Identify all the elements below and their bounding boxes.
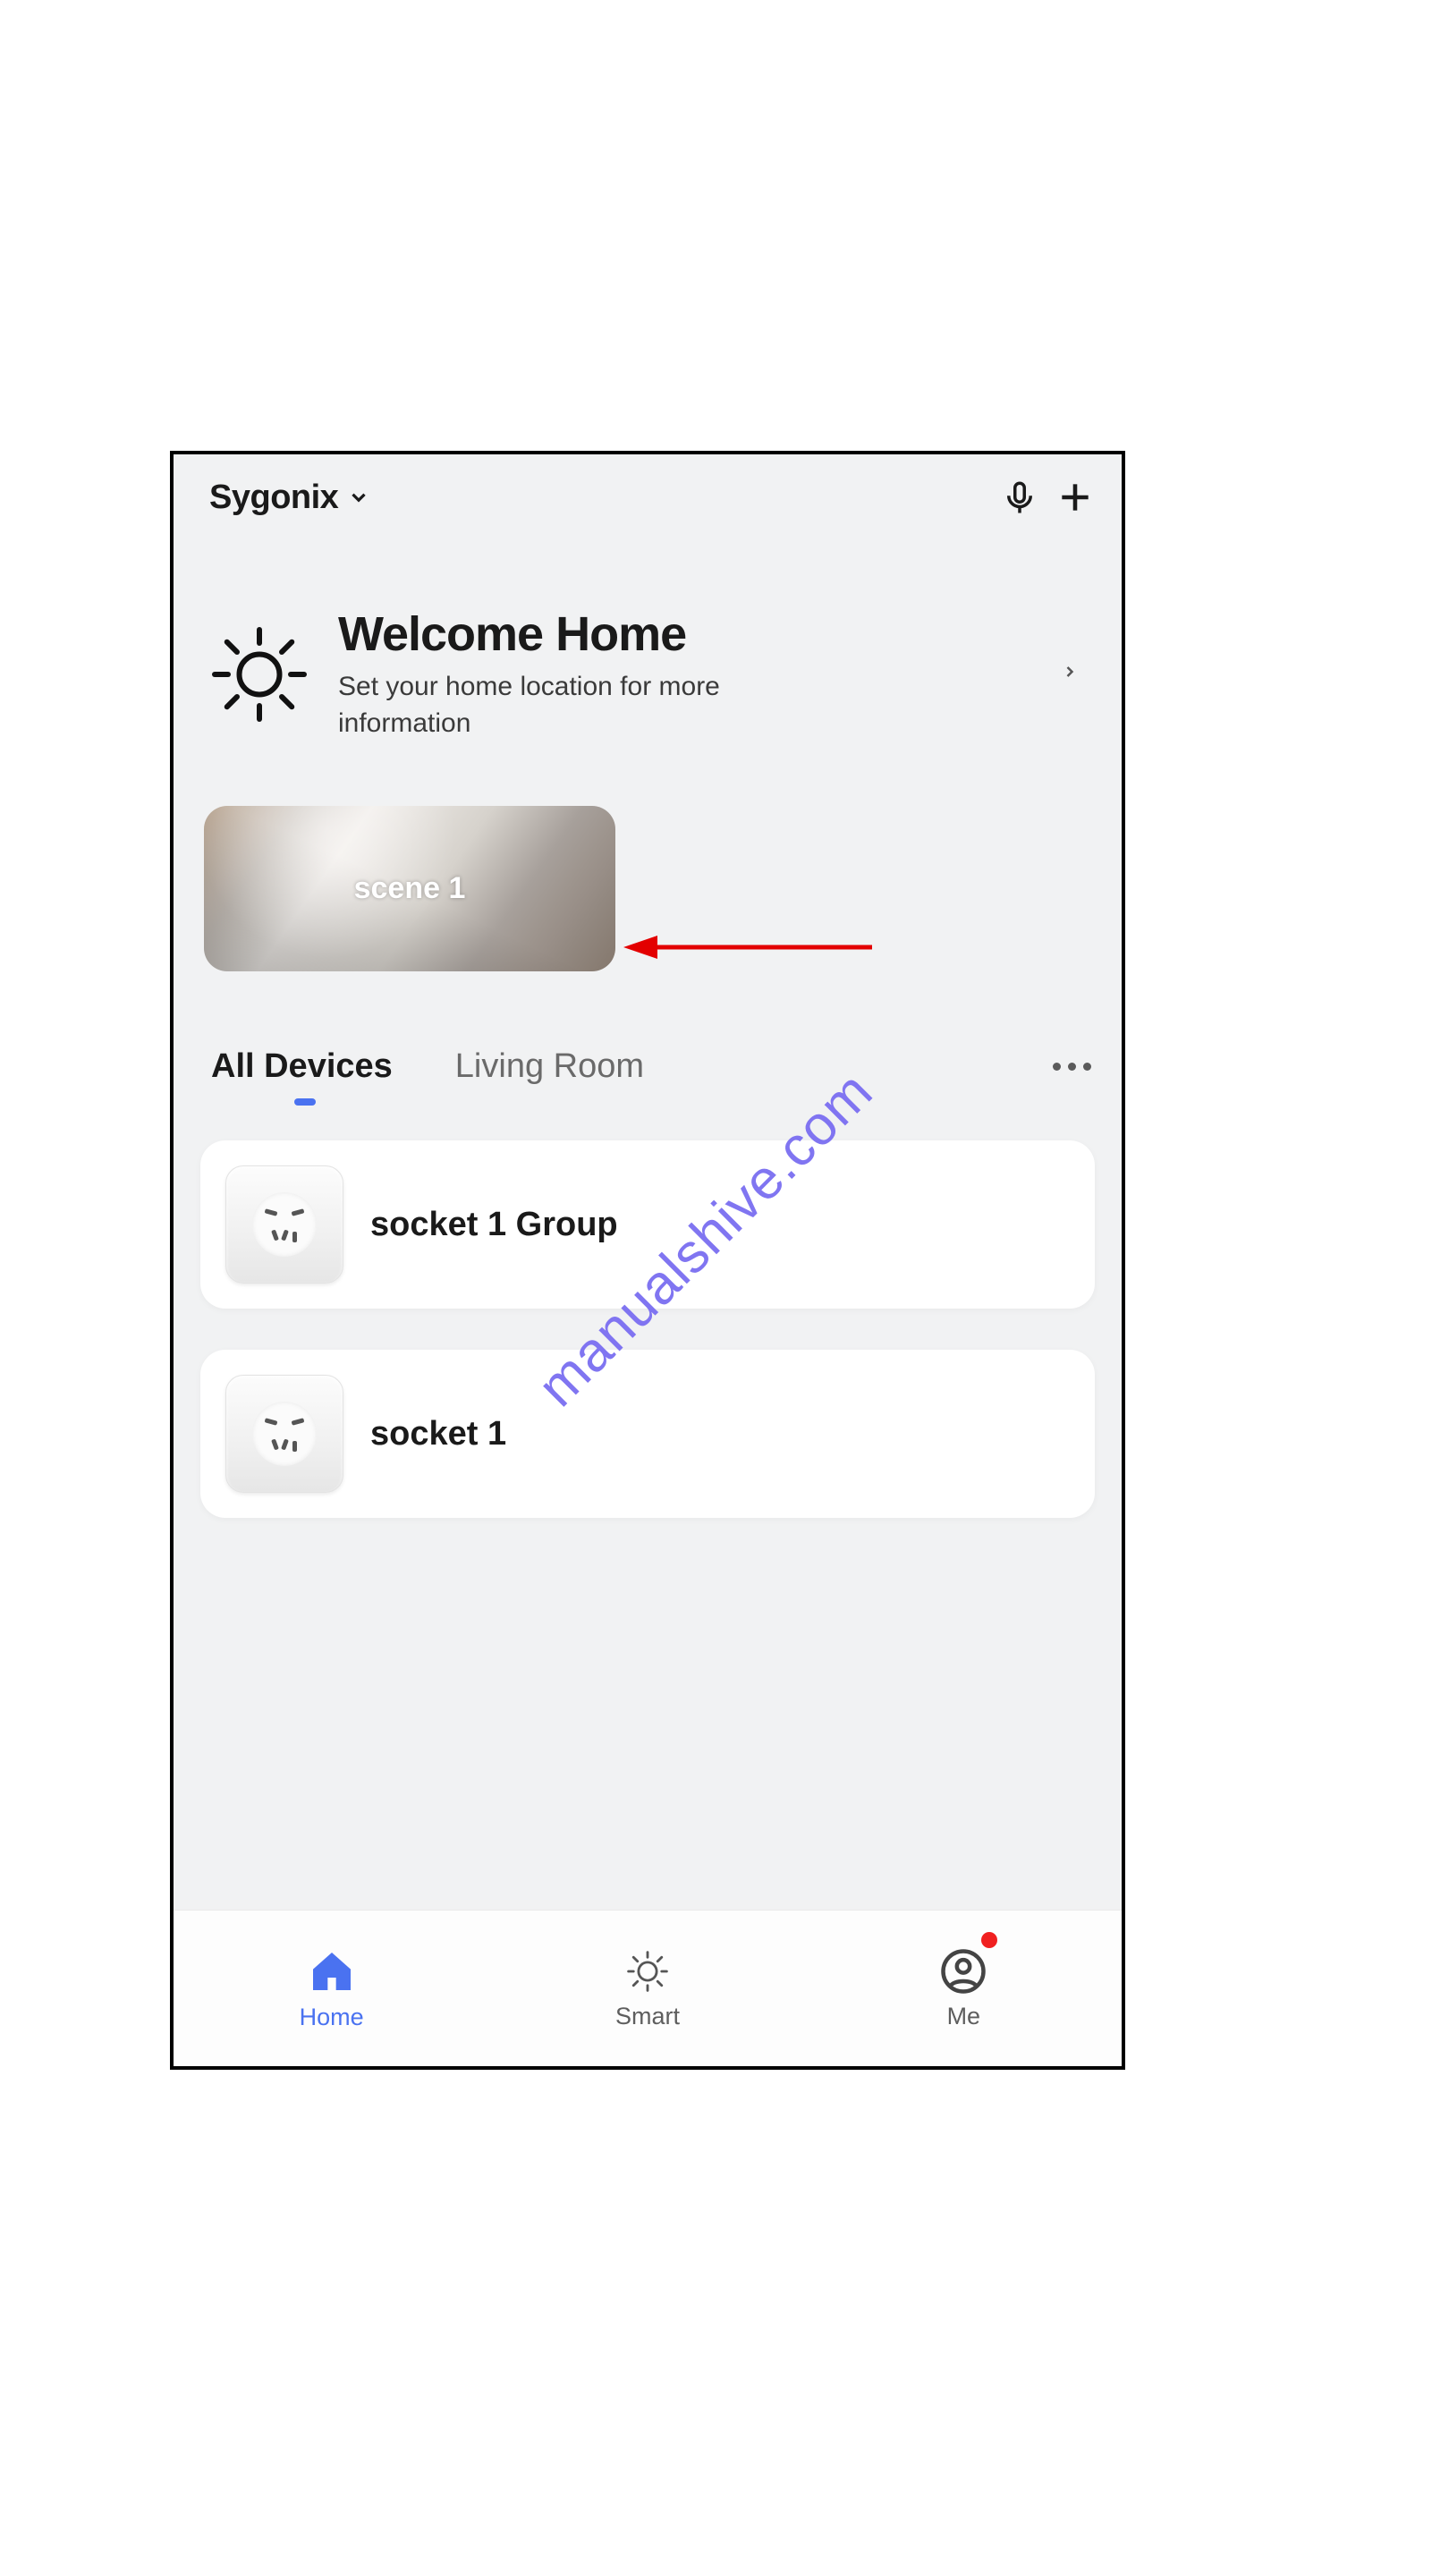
nav-label: Smart [615, 2003, 680, 2030]
notification-badge [981, 1932, 997, 1948]
mic-icon [1001, 479, 1038, 516]
house-icon [307, 1946, 357, 1996]
nav-label: Home [300, 2004, 364, 2031]
scene-card[interactable]: scene 1 [204, 806, 615, 971]
tabs-more-button[interactable] [1053, 1063, 1091, 1096]
nav-smart[interactable]: Smart [489, 1911, 805, 2066]
app-screen: Sygonix [170, 451, 1125, 2070]
device-card[interactable]: socket 1 [200, 1350, 1095, 1518]
bottom-nav: Home Smart [174, 1910, 1122, 2066]
device-card[interactable]: socket 1 Group [200, 1140, 1095, 1309]
welcome-text: Welcome Home Set your home location for … [338, 606, 1036, 741]
device-list: socket 1 Group socket 1 [174, 1112, 1122, 1518]
plus-icon [1055, 478, 1095, 517]
home-switcher[interactable]: Sygonix [209, 479, 370, 517]
welcome-block[interactable]: Welcome Home Set your home location for … [174, 526, 1122, 750]
home-name-label: Sygonix [209, 479, 338, 517]
tab-all-devices[interactable]: All Devices [211, 1047, 393, 1111]
socket-icon [225, 1375, 343, 1493]
nav-label: Me [947, 2003, 981, 2030]
app-header: Sygonix [174, 454, 1122, 526]
chevron-right-icon [1061, 659, 1089, 689]
socket-icon [225, 1165, 343, 1284]
nav-home[interactable]: Home [174, 1911, 489, 2066]
person-circle-icon [939, 1947, 987, 1996]
chevron-down-icon [347, 486, 370, 509]
scene-label: scene 1 [354, 871, 466, 906]
mic-button[interactable] [998, 476, 1041, 519]
weather-sun-icon [206, 621, 313, 728]
add-button[interactable] [1054, 476, 1097, 519]
device-name-label: socket 1 [370, 1415, 506, 1453]
welcome-subtitle: Set your home location for more informat… [338, 669, 803, 741]
device-name-label: socket 1 Group [370, 1206, 618, 1244]
nav-me[interactable]: Me [806, 1911, 1122, 2066]
sun-outline-icon [623, 1947, 672, 1996]
welcome-title: Welcome Home [338, 606, 1036, 662]
tab-living-room[interactable]: Living Room [455, 1047, 644, 1111]
room-tabs: All Devices Living Room [174, 1047, 1122, 1112]
